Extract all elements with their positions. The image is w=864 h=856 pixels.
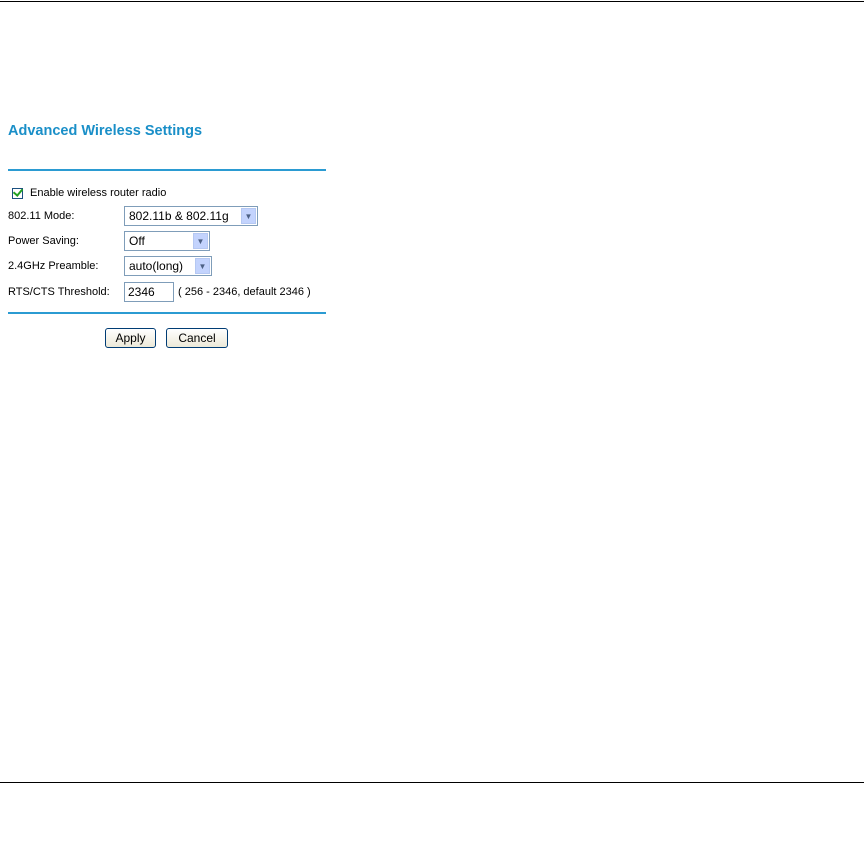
rts-threshold-value: 2346 [128,285,155,299]
section-divider-bottom [8,312,326,314]
enable-radio-checkbox[interactable] [12,185,24,199]
page-title: Advanced Wireless Settings [8,123,203,139]
mode-select[interactable]: 802.11b & 802.11g ▼ [124,206,258,226]
rts-threshold-hint: ( 256 - 2346, default 2346 ) [178,286,311,298]
page-bottom-rule [0,782,864,783]
power-saving-row: Power Saving: Off ▼ [8,231,210,251]
preamble-row: 2.4GHz Preamble: auto(long) ▼ [8,256,212,276]
enable-radio-label: Enable wireless router radio [30,187,167,199]
power-saving-select[interactable]: Off ▼ [124,231,210,251]
preamble-value: auto(long) [129,259,184,273]
cancel-button[interactable]: Cancel [166,328,228,348]
preamble-label: 2.4GHz Preamble: [8,260,99,272]
mode-row: 802.11 Mode: 802.11b & 802.11g ▼ [8,206,258,226]
section-divider-top [8,169,326,171]
mode-select-value: 802.11b & 802.11g [129,209,229,223]
enable-radio-row: Enable wireless router radio [12,185,167,199]
checkmark-icon [12,185,24,197]
chevron-down-icon[interactable]: ▼ [195,258,210,274]
page-top-rule [0,1,864,2]
power-saving-value: Off [129,234,145,248]
rts-threshold-row: RTS/CTS Threshold: 2346 ( 256 - 2346, de… [8,282,311,302]
chevron-down-icon[interactable]: ▼ [193,233,208,249]
apply-button[interactable]: Apply [105,328,156,348]
mode-label: 802.11 Mode: [8,210,75,222]
rts-threshold-label: RTS/CTS Threshold: [8,286,110,298]
preamble-select[interactable]: auto(long) ▼ [124,256,212,276]
chevron-down-icon[interactable]: ▼ [241,208,256,224]
rts-threshold-input[interactable]: 2346 [124,282,174,302]
power-saving-label: Power Saving: [8,235,79,247]
